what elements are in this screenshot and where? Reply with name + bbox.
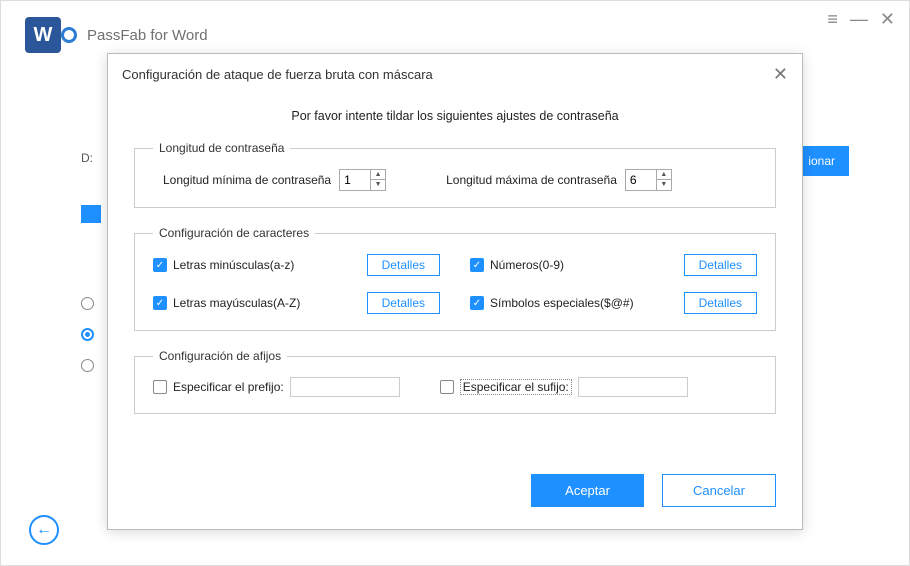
app-logo-icon: W bbox=[25, 17, 61, 53]
password-length-group: Longitud de contraseña Longitud mínima d… bbox=[134, 141, 776, 208]
min-length-input[interactable] bbox=[340, 170, 370, 190]
max-length-label: Longitud máxima de contraseña bbox=[446, 173, 617, 187]
radio-option-1[interactable] bbox=[81, 297, 94, 310]
max-length-spinner[interactable]: ▲ ▼ bbox=[625, 169, 672, 191]
char-item-lowercase: ✓ Letras minúsculas(a-z) Detalles bbox=[153, 254, 440, 276]
max-length-input[interactable] bbox=[626, 170, 656, 190]
lowercase-details-button[interactable]: Detalles bbox=[367, 254, 440, 276]
attack-type-radios bbox=[81, 297, 94, 372]
min-length-up-icon[interactable]: ▲ bbox=[371, 170, 385, 180]
radio-option-2[interactable] bbox=[81, 328, 94, 341]
lowercase-checkbox[interactable]: ✓ bbox=[153, 258, 167, 272]
numbers-details-button[interactable]: Detalles bbox=[684, 254, 757, 276]
app-title: PassFab for Word bbox=[87, 27, 208, 44]
symbols-checkbox[interactable]: ✓ bbox=[470, 296, 484, 310]
chars-legend: Configuración de caracteres bbox=[153, 226, 315, 240]
dialog-instruction: Por favor intente tildar los siguientes … bbox=[134, 109, 776, 123]
char-item-numbers: ✓ Números(0-9) Detalles bbox=[470, 254, 757, 276]
prefix-checkbox[interactable] bbox=[153, 380, 167, 394]
affix-config-group: Configuración de afijos Especificar el p… bbox=[134, 349, 776, 414]
lowercase-label: Letras minúsculas(a-z) bbox=[173, 258, 294, 272]
affix-legend: Configuración de afijos bbox=[153, 349, 287, 363]
tab-strip bbox=[81, 205, 101, 223]
min-length-spinner[interactable]: ▲ ▼ bbox=[339, 169, 386, 191]
max-length-down-icon[interactable]: ▼ bbox=[657, 180, 671, 190]
dialog-title: Configuración de ataque de fuerza bruta … bbox=[122, 67, 433, 82]
char-item-symbols: ✓ Símbolos especiales($@#) Detalles bbox=[470, 292, 757, 314]
numbers-label: Números(0-9) bbox=[490, 258, 564, 272]
uppercase-details-button[interactable]: Detalles bbox=[367, 292, 440, 314]
length-legend: Longitud de contraseña bbox=[153, 141, 290, 155]
minimize-icon[interactable]: — bbox=[850, 9, 868, 30]
arrow-left-icon: ← bbox=[36, 521, 52, 539]
window-close-icon[interactable]: ✕ bbox=[880, 9, 895, 30]
path-prefix-label: D: bbox=[81, 151, 93, 165]
symbols-label: Símbolos especiales($@#) bbox=[490, 296, 634, 310]
app-logo-letter: W bbox=[34, 24, 53, 47]
menu-icon[interactable]: ≡ bbox=[827, 9, 838, 30]
min-length-down-icon[interactable]: ▼ bbox=[371, 180, 385, 190]
numbers-checkbox[interactable]: ✓ bbox=[470, 258, 484, 272]
back-button[interactable]: ← bbox=[29, 515, 59, 545]
suffix-input[interactable] bbox=[578, 377, 688, 397]
mask-settings-dialog: Configuración de ataque de fuerza bruta … bbox=[107, 53, 803, 530]
suffix-label: Especificar el sufijo: bbox=[460, 379, 572, 395]
app-header: W PassFab for Word bbox=[25, 17, 208, 53]
cancel-button[interactable]: Cancelar bbox=[662, 474, 776, 507]
min-length-label: Longitud mínima de contraseña bbox=[163, 173, 331, 187]
key-icon bbox=[61, 34, 68, 37]
accept-button[interactable]: Aceptar bbox=[531, 474, 644, 507]
max-length-up-icon[interactable]: ▲ bbox=[657, 170, 671, 180]
suffix-checkbox[interactable] bbox=[440, 380, 454, 394]
symbols-details-button[interactable]: Detalles bbox=[684, 292, 757, 314]
character-config-group: Configuración de caracteres ✓ Letras min… bbox=[134, 226, 776, 331]
char-item-uppercase: ✓ Letras mayúsculas(A-Z) Detalles bbox=[153, 292, 440, 314]
prefix-input[interactable] bbox=[290, 377, 400, 397]
radio-option-3[interactable] bbox=[81, 359, 94, 372]
uppercase-label: Letras mayúsculas(A-Z) bbox=[173, 296, 300, 310]
uppercase-checkbox[interactable]: ✓ bbox=[153, 296, 167, 310]
dialog-close-icon[interactable]: ✕ bbox=[773, 64, 788, 85]
prefix-label: Especificar el prefijo: bbox=[173, 380, 284, 394]
